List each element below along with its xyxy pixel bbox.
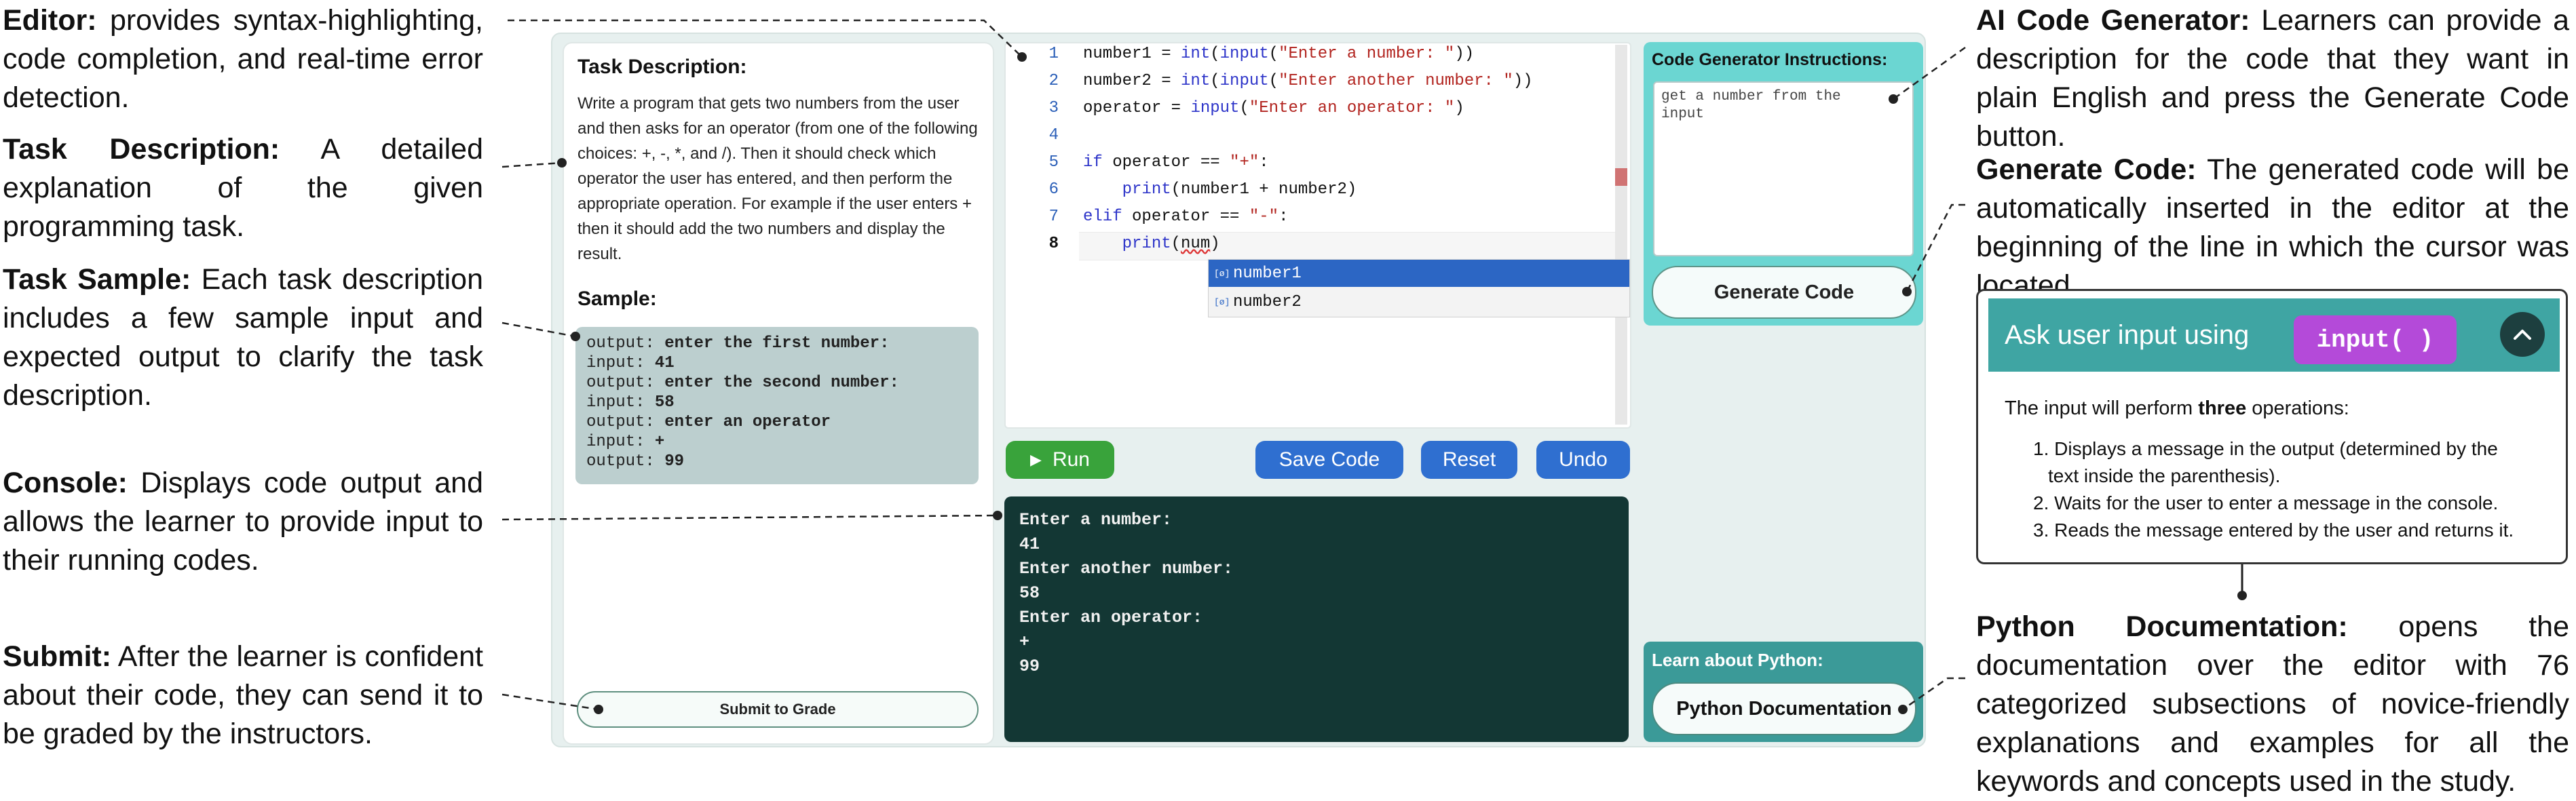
annotation-task-sample-title: Task Sample: — [3, 263, 191, 296]
play-icon: ▶ — [1030, 451, 1042, 468]
sample-line: input: + — [586, 433, 665, 451]
run-button[interactable]: ▶ Run — [1006, 441, 1114, 479]
sample-line: output: enter an operator — [586, 413, 831, 431]
line-number: 1 — [1048, 45, 1059, 63]
autocomplete-item[interactable]: [ø] number2 — [1209, 288, 1629, 315]
annotation-python-documentation-title: Python Documentation: — [1976, 610, 2348, 643]
annotation-editor: Editor: provides syntax-highlighting, co… — [3, 1, 483, 117]
code-line-8: print(num) — [1122, 235, 1220, 253]
input-function-chip: input( ) — [2294, 315, 2457, 364]
documentation-card-title: Ask user input using — [2005, 320, 2250, 350]
sample-heading: Sample: — [577, 288, 657, 310]
annotation-submit-title: Submit: — [3, 640, 112, 673]
sample-line: input: 58 — [586, 393, 675, 412]
annotation-python-documentation: Python Documentation: opens the document… — [1976, 608, 2569, 801]
console-line: Enter an operator: — [1019, 608, 1203, 627]
editor-scrollbar[interactable] — [1615, 45, 1627, 425]
line-number: 7 — [1048, 208, 1059, 226]
variable-icon: [ø] — [1214, 296, 1230, 307]
code-line-6: print(number1 + number2) — [1122, 180, 1357, 199]
code-generator-title: Code Generator Instructions: — [1652, 50, 1888, 69]
annotation-generate-code: Generate Code: The generated code will b… — [1976, 151, 2569, 305]
collapse-button[interactable] — [2500, 312, 2545, 357]
annotation-editor-title: Editor: — [3, 4, 97, 37]
sample-line: output: enter the second number: — [586, 374, 899, 392]
code-line-2: number2 = int(input("Enter another numbe… — [1083, 72, 1533, 90]
documentation-item: text inside the parenthesis). — [2048, 465, 2281, 486]
documentation-item: 1. Displays a message in the output (det… — [2033, 438, 2498, 459]
annotation-task-description-title: Task Description: — [3, 133, 280, 165]
line-number: 6 — [1048, 180, 1059, 199]
documentation-item: 2. Waits for the user to enter a message… — [2033, 492, 2499, 513]
generate-code-button[interactable]: Generate Code — [1652, 266, 1916, 319]
python-documentation-button[interactable]: Python Documentation — [1652, 682, 1916, 735]
autocomplete-item[interactable]: [ø] number1 — [1209, 260, 1629, 287]
reset-button[interactable]: Reset — [1421, 441, 1517, 479]
line-number: 2 — [1048, 72, 1059, 90]
sample-box: output: enter the first number: input: 4… — [575, 327, 979, 484]
sample-line: output: 99 — [586, 452, 685, 471]
save-code-button[interactable]: Save Code — [1255, 441, 1403, 479]
annotation-ai-code-generator-title: AI Code Generator: — [1976, 4, 2250, 37]
line-number: 3 — [1048, 99, 1059, 117]
console-line: 99 — [1019, 657, 1040, 676]
console-line: Enter another number: — [1019, 559, 1234, 579]
annotation-task-sample: Task Sample: Each task description inclu… — [3, 260, 483, 415]
code-line-7: elif operator == "-": — [1083, 208, 1289, 226]
code-generator-input-text: get a number from the input — [1661, 89, 1841, 122]
code-line-3: operator = input("Enter an operator: ") — [1083, 99, 1464, 117]
learn-python-title: Learn about Python: — [1652, 650, 1823, 670]
autocomplete-list: [ø] number1 [ø] number2 — [1208, 259, 1630, 317]
code-line-5: if operator == "+": — [1083, 153, 1269, 172]
error-marker — [1615, 168, 1627, 186]
sample-line: input: 41 — [586, 354, 675, 372]
annotation-task-description: Task Description: A detailed explanation… — [3, 130, 483, 246]
documentation-intro: The input will perform three operations: — [2005, 397, 2349, 419]
line-number: 5 — [1048, 153, 1059, 172]
line-number: 8 — [1048, 235, 1059, 253]
task-description-text: Write a program that gets two numbers fr… — [577, 94, 978, 263]
console-line: 58 — [1019, 583, 1040, 603]
submit-to-grade-button[interactable]: Submit to Grade — [577, 691, 979, 728]
annotation-submit: Submit: After the learner is confident a… — [3, 638, 483, 754]
annotation-ai-code-generator: AI Code Generator: Learners can provide … — [1976, 1, 2569, 156]
annotation-console-title: Console: — [3, 467, 128, 499]
annotation-generate-code-title: Generate Code: — [1976, 153, 2197, 186]
annotation-console: Console: Displays code output and allows… — [3, 464, 483, 580]
sample-line: output: enter the first number: — [586, 334, 890, 353]
chevron-up-icon — [2514, 330, 2531, 340]
task-heading: Task Description: — [577, 56, 747, 78]
documentation-item: 3. Reads the message entered by the user… — [2033, 520, 2514, 541]
run-label: Run — [1052, 448, 1090, 471]
code-line-1: number1 = int(input("Enter a number: ")) — [1083, 45, 1475, 63]
variable-icon: [ø] — [1214, 268, 1230, 279]
line-number: 4 — [1048, 126, 1059, 144]
console-line: + — [1019, 632, 1030, 652]
console-line: 41 — [1019, 534, 1040, 554]
undo-button[interactable]: Undo — [1536, 441, 1630, 479]
console-line: Enter a number: — [1019, 510, 1173, 530]
